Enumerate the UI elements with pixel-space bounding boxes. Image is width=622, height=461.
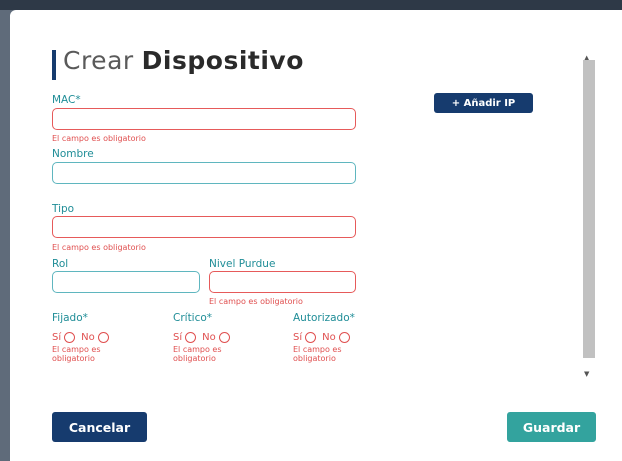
autorizado-label: Autorizado* <box>293 312 355 324</box>
fijado-yes-radio[interactable] <box>64 332 76 343</box>
title-light: Crear <box>63 46 134 75</box>
rol-label: Rol <box>52 258 69 270</box>
scroll-down-icon[interactable]: ▼ <box>584 370 589 378</box>
critico-radio-group: Sí No <box>173 332 236 343</box>
autorizado-yes-label: Sí <box>293 332 303 343</box>
title-bold: Dispositivo <box>141 46 304 75</box>
rol-input[interactable] <box>52 271 200 293</box>
autorizado-error-line1: El campo es <box>293 345 342 354</box>
fijado-error-line2: obligatorio <box>52 354 95 363</box>
fijado-radio-group: Sí No <box>52 332 115 343</box>
save-button[interactable]: Guardar <box>507 412 596 442</box>
nivel-purdue-label: Nivel Purdue <box>209 258 276 270</box>
mac-label: MAC* <box>52 94 81 106</box>
fijado-no-radio[interactable] <box>97 332 109 343</box>
autorizado-error-line2: obligatorio <box>293 354 336 363</box>
add-ip-button[interactable]: + Añadir IP <box>434 93 533 113</box>
autorizado-no-label: No <box>322 332 336 343</box>
critico-no-label: No <box>202 332 216 343</box>
tipo-input[interactable] <box>52 216 356 238</box>
mac-input[interactable] <box>52 108 356 130</box>
create-device-dialog: Crear Dispositivo MAC* El campo es obliga… <box>10 10 622 461</box>
title-accent-bar <box>52 50 56 80</box>
critico-label: Crítico* <box>173 312 213 324</box>
backdrop-top-bar <box>0 0 622 10</box>
fijado-label: Fijado* <box>52 312 88 324</box>
autorizado-radio-group: Sí No <box>293 332 356 343</box>
tipo-label: Tipo <box>52 203 75 215</box>
nivel-purdue-error: El campo es obligatorio <box>209 297 303 306</box>
autorizado-yes-radio[interactable] <box>305 332 317 343</box>
mac-error: El campo es obligatorio <box>52 134 146 143</box>
tipo-error: El campo es obligatorio <box>52 243 146 252</box>
scrollbar-thumb[interactable] <box>583 60 595 358</box>
nombre-input[interactable] <box>52 162 356 184</box>
critico-error-line2: obligatorio <box>173 354 216 363</box>
critico-yes-label: Sí <box>173 332 183 343</box>
fijado-yes-label: Sí <box>52 332 62 343</box>
cancel-button[interactable]: Cancelar <box>52 412 147 442</box>
critico-error-line1: El campo es <box>173 345 222 354</box>
dialog-title: Crear Dispositivo <box>63 46 304 75</box>
fijado-error-line1: El campo es <box>52 345 101 354</box>
nivel-purdue-input[interactable] <box>209 271 356 293</box>
fijado-no-label: No <box>81 332 95 343</box>
autorizado-no-radio[interactable] <box>338 332 350 343</box>
critico-yes-radio[interactable] <box>185 332 197 343</box>
nombre-label: Nombre <box>52 148 94 160</box>
critico-no-radio[interactable] <box>218 332 230 343</box>
